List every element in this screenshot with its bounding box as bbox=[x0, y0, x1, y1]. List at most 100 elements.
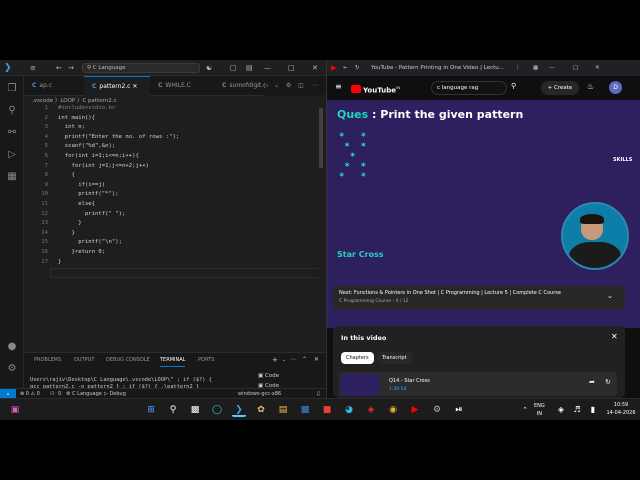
hamburger-menu-icon[interactable]: ≡ bbox=[335, 82, 342, 91]
code-line[interactable]: }return 0; bbox=[58, 248, 105, 258]
code-line[interactable]: int main(){ bbox=[58, 114, 95, 124]
more-icon[interactable]: ⋯ bbox=[290, 353, 296, 367]
settings-gear-icon[interactable]: ⚙ bbox=[5, 362, 19, 376]
forward-arrow-icon[interactable]: → bbox=[68, 63, 74, 73]
code-line[interactable]: } bbox=[58, 219, 81, 229]
youtube-search-input[interactable]: c language rag bbox=[431, 81, 507, 95]
copilot-icon[interactable]: ✿ bbox=[254, 403, 268, 417]
code-editor[interactable]: 1 #include<stdio.h> 2 int main(){3 int n; 4 … bbox=[24, 104, 324, 352]
source-control-icon[interactable]: ⚯ bbox=[5, 126, 19, 140]
close-icon[interactable]: ✕ bbox=[611, 332, 618, 341]
back-arrow-icon[interactable]: ← bbox=[343, 60, 348, 76]
panel-icon[interactable]: ▤ bbox=[246, 63, 253, 73]
minimize-icon[interactable]: — bbox=[264, 63, 271, 73]
extensions-icon[interactable]: ▦ bbox=[533, 60, 538, 76]
repeat-icon[interactable]: ↻ bbox=[605, 378, 611, 386]
create-button[interactable]: + Create bbox=[541, 81, 579, 95]
share-icon[interactable]: ➦ bbox=[589, 378, 595, 386]
extensions-icon[interactable]: ▦ bbox=[5, 170, 19, 184]
copilot-icon[interactable]: ☯ bbox=[206, 63, 212, 73]
tab-output[interactable]: OUTPUT bbox=[74, 353, 94, 367]
status-compiler[interactable]: windows-gcc-x86 bbox=[238, 389, 281, 398]
taskbar-clock[interactable]: 10:59 14-04-2026 bbox=[604, 401, 638, 417]
gear-icon[interactable]: ⚙ bbox=[286, 76, 291, 96]
ports-icon[interactable]: ⚇ bbox=[50, 389, 54, 398]
youtube-logo[interactable]: YouTubeIN bbox=[351, 82, 400, 94]
search-icon[interactable]: ⚲ bbox=[511, 82, 516, 90]
tray-chevron-up-icon[interactable]: ⌃ bbox=[518, 403, 532, 417]
scrollbar-thumb[interactable] bbox=[319, 108, 323, 168]
split-editor-icon[interactable]: ◫ bbox=[298, 76, 304, 96]
maximize-icon[interactable]: □ bbox=[288, 63, 295, 73]
reload-icon[interactable]: ↻ bbox=[355, 60, 360, 76]
code-line[interactable]: for(int j=1;j<=n+2;j++) bbox=[58, 162, 148, 172]
media-player-icon[interactable]: ⏯ bbox=[452, 403, 466, 417]
chevron-down-icon[interactable]: ⌄ bbox=[282, 353, 286, 367]
code-line[interactable]: } bbox=[58, 229, 74, 239]
code-line[interactable]: printf("Enter the no. of rows :"); bbox=[58, 133, 180, 143]
code-line[interactable]: printf("*"); bbox=[58, 190, 118, 200]
layout-icon[interactable]: □ bbox=[230, 63, 237, 73]
tab-ports[interactable]: PORTS bbox=[198, 353, 214, 367]
avatar[interactable]: D bbox=[609, 81, 622, 94]
code-line[interactable]: printf(" "); bbox=[58, 210, 125, 220]
start-windows-icon[interactable]: ⊞ bbox=[144, 403, 158, 417]
next-video-card[interactable]: Next: Functions & Pointers in One Shot |… bbox=[333, 286, 625, 310]
tab-terminal[interactable]: TERMINAL bbox=[160, 353, 186, 367]
code-line[interactable]: #include<stdio.h> bbox=[58, 104, 115, 114]
code-line[interactable]: scanf("%d",&n); bbox=[58, 142, 116, 152]
explorer-icon[interactable]: ❐ bbox=[5, 82, 19, 96]
tab-problems[interactable]: PROBLEMS bbox=[34, 353, 61, 367]
widgets-icon[interactable]: ▣ bbox=[8, 403, 22, 417]
transcript-chip[interactable]: Transcript bbox=[377, 352, 412, 364]
app-shield-icon[interactable]: ◈ bbox=[364, 403, 378, 417]
code-line[interactable]: else{ bbox=[58, 200, 95, 210]
chapter-row[interactable]: Q14 - Star Cross 1:39:54 ➦ ↻ bbox=[339, 372, 617, 396]
close-icon[interactable]: ✕ bbox=[595, 60, 600, 76]
ports-count[interactable]: 0 bbox=[58, 389, 61, 398]
notifications-bell-icon[interactable]: ♨ bbox=[587, 82, 594, 91]
settings-gear-icon[interactable]: ⚙ bbox=[430, 403, 444, 417]
command-search-input[interactable]: ⚲ C Language bbox=[82, 63, 200, 73]
status-debug[interactable]: ▷ Debug bbox=[104, 389, 126, 398]
task-view-icon[interactable]: ▩ bbox=[188, 403, 202, 417]
vscode-taskbar-icon[interactable]: ❯ bbox=[232, 403, 246, 417]
code-line[interactable]: printf("\n"); bbox=[58, 238, 122, 248]
back-arrow-icon[interactable]: ← bbox=[56, 63, 62, 73]
more-icon[interactable]: ⋯ bbox=[312, 76, 318, 96]
code-line[interactable]: int n; bbox=[58, 123, 85, 133]
more-icon[interactable]: ⋮ bbox=[515, 60, 521, 76]
close-panel-icon[interactable]: ✕ bbox=[314, 353, 319, 367]
maximize-icon[interactable]: □ bbox=[573, 60, 578, 76]
file-explorer-icon[interactable]: ▤ bbox=[276, 403, 290, 417]
status-language[interactable]: ⚙ C Language bbox=[66, 389, 102, 398]
maximize-panel-icon[interactable]: ⌃ bbox=[302, 353, 307, 367]
tab-while-c[interactable]: C WHILE.C bbox=[150, 76, 214, 96]
code-line[interactable]: if(i==j) bbox=[58, 181, 105, 191]
account-icon[interactable]: ● bbox=[5, 340, 19, 354]
menu-icon[interactable]: ≡ bbox=[30, 63, 36, 73]
tab-ap-c[interactable]: Cap.c bbox=[24, 76, 72, 96]
add-terminal-icon[interactable]: + bbox=[272, 353, 278, 367]
remote-icon[interactable]: ⌅ bbox=[0, 389, 16, 398]
language-indicator[interactable]: ENG IN bbox=[534, 402, 545, 418]
tab-pattern2-c[interactable]: Cpattern2.c ✕ bbox=[84, 76, 150, 96]
battery-icon[interactable]: ▮ bbox=[586, 403, 600, 417]
code-line[interactable]: } bbox=[58, 258, 61, 268]
search-icon[interactable]: ⚲ bbox=[166, 403, 180, 417]
volume-icon[interactable]: ♬ bbox=[570, 403, 584, 417]
notifications-bell-icon[interactable]: ♫ bbox=[316, 389, 320, 398]
tab-debug-console[interactable]: DEBUG CONSOLE bbox=[106, 353, 150, 367]
run-icon[interactable]: ▷ bbox=[264, 76, 269, 96]
browser-tab-title[interactable]: YouTube - Pattern Printing in One Video … bbox=[371, 60, 511, 76]
edge-icon[interactable]: ◕ bbox=[342, 403, 356, 417]
search-icon[interactable]: ⚲ bbox=[5, 104, 19, 118]
run-debug-icon[interactable]: ▷ bbox=[5, 148, 19, 162]
problems-count[interactable]: ⊗ 0 ⚠ 0 bbox=[20, 389, 40, 398]
app-red-icon[interactable]: ■ bbox=[320, 403, 334, 417]
chapters-chip[interactable]: Chapters bbox=[341, 352, 374, 364]
youtube-taskbar-icon[interactable]: ▶ bbox=[408, 403, 422, 417]
code-line[interactable]: { bbox=[58, 171, 74, 181]
store-icon[interactable]: ▩ bbox=[298, 403, 312, 417]
chevron-down-icon[interactable]: ⌄ bbox=[607, 292, 613, 300]
